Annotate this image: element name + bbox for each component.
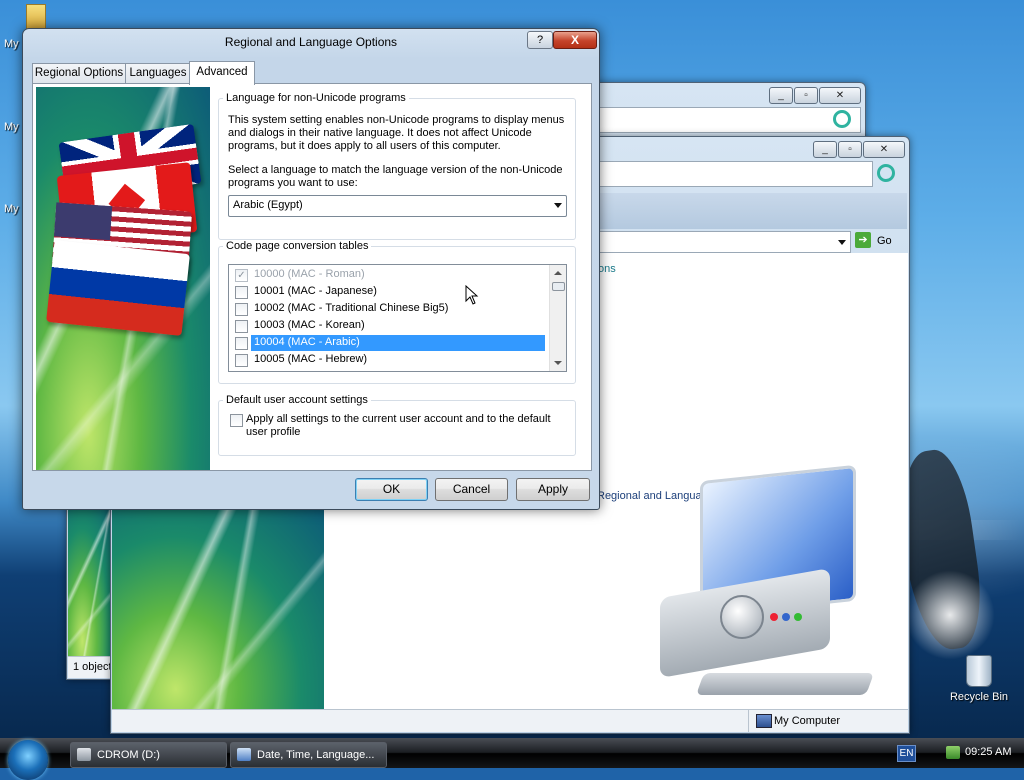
language-dropdown[interactable]: Arabic (Egypt) [228, 195, 567, 217]
taskbar-item-cdrom[interactable]: CDROM (D:) [70, 742, 227, 768]
apply-button[interactable]: Apply [516, 478, 590, 501]
list-item-label: 10005 (MAC - Hebrew) [254, 353, 368, 365]
recycle-bin-icon [966, 655, 992, 687]
desktop-icon-label[interactable]: My [4, 203, 19, 215]
advanced-tab-panel: Language for non-Unicode programs This s… [32, 83, 592, 471]
language-select-prompt: Select a language to match the language … [228, 164, 563, 189]
close-button[interactable]: ✕ [863, 141, 905, 158]
default-user-group-title: Default user account settings [223, 394, 371, 406]
toolbar-strip [599, 193, 907, 229]
go-button-label[interactable]: Go [877, 235, 892, 247]
tab-languages[interactable]: Languages [125, 63, 191, 83]
regional-language-dialog[interactable]: Regional and Language Options ? X Region… [22, 28, 600, 510]
address-bar[interactable] [597, 107, 861, 133]
list-item[interactable]: 10002 (MAC - Traditional Chinese Big5) [229, 300, 549, 317]
control-panel-illustration [660, 464, 880, 695]
maximize-button[interactable]: ▫ [838, 141, 862, 158]
list-item-label: 10001 (MAC - Japanese) [254, 285, 377, 297]
list-item-selected[interactable]: 10004 (MAC - Arabic) [229, 334, 549, 351]
checkbox[interactable] [235, 286, 248, 299]
list-item[interactable]: 10001 (MAC - Japanese) [229, 283, 549, 300]
russia-flag-icon [46, 240, 190, 336]
minimize-button[interactable]: _ [769, 87, 793, 104]
non-unicode-description: This system setting enables non-Unicode … [228, 114, 565, 152]
language-indicator[interactable]: EN [897, 745, 916, 762]
side-panel-art [68, 508, 116, 656]
recycle-bin-label: Recycle Bin [949, 691, 1009, 703]
maximize-button[interactable]: ▫ [794, 87, 818, 104]
apply-default-label[interactable]: Apply all settings to the current user a… [246, 413, 566, 439]
go-arrow-icon[interactable]: ➔ [855, 232, 871, 248]
mouse-pointer-icon [465, 285, 479, 305]
list-item-label: 10003 (MAC - Korean) [254, 319, 365, 331]
status-bar: 1 object [68, 656, 116, 678]
recycle-bin[interactable]: Recycle Bin [944, 655, 1014, 703]
category-link[interactable]: ons [598, 263, 616, 275]
list-item-label: 10002 (MAC - Traditional Chinese Big5) [254, 302, 449, 314]
refresh-icon[interactable] [833, 110, 851, 128]
apply-default-checkbox[interactable] [230, 414, 243, 427]
status-computer-label: My Computer [774, 715, 841, 727]
non-unicode-group-title: Language for non-Unicode programs [223, 92, 409, 104]
desktop-icon-label[interactable]: My [4, 121, 19, 133]
network-icon[interactable] [946, 746, 960, 759]
flags-illustration [36, 87, 210, 470]
code-page-list[interactable]: ✓ 10000 (MAC - Roman) 10001 (MAC - Japan… [228, 264, 567, 372]
list-item-label: 10004 (MAC - Arabic) [251, 335, 545, 351]
checkbox[interactable] [235, 320, 248, 333]
desktop-icon-label[interactable]: My [4, 38, 19, 50]
side-panel-art [112, 509, 324, 709]
minimize-button[interactable]: _ [813, 141, 837, 158]
status-bar: My Computer [112, 709, 908, 732]
tab-regional-options[interactable]: Regional Options [32, 63, 126, 83]
search-combo[interactable] [599, 231, 851, 253]
taskbar-item-label: Date, Time, Language... [257, 749, 375, 761]
code-page-group-title: Code page conversion tables [223, 240, 372, 252]
desktop-icon-folder[interactable] [26, 4, 46, 30]
help-icon[interactable]: ? [527, 31, 553, 49]
checkbox[interactable] [235, 337, 248, 350]
list-item[interactable]: 10003 (MAC - Korean) [229, 317, 549, 334]
list-item[interactable]: ✓ 10000 (MAC - Roman) [229, 266, 549, 283]
list-item-label: 10000 (MAC - Roman) [254, 268, 365, 280]
water-splash [905, 570, 995, 660]
chevron-down-icon [838, 240, 846, 245]
list-scrollbar[interactable] [549, 265, 566, 371]
tab-advanced[interactable]: Advanced [189, 61, 255, 85]
chevron-down-icon [554, 203, 562, 208]
checkbox[interactable] [235, 354, 248, 367]
checkbox[interactable] [235, 303, 248, 316]
clock[interactable]: 09:25 AM [965, 746, 1011, 758]
address-bar[interactable] [599, 161, 873, 187]
scroll-down-icon[interactable] [554, 361, 562, 365]
taskbar-item-label: CDROM (D:) [97, 749, 160, 761]
close-button[interactable]: ✕ [819, 87, 861, 104]
ok-button[interactable]: OK [355, 478, 428, 501]
scroll-up-icon[interactable] [554, 271, 562, 275]
scroll-thumb[interactable] [552, 282, 565, 291]
computer-icon [756, 714, 772, 728]
refresh-icon[interactable] [877, 164, 895, 182]
checkbox[interactable]: ✓ [235, 269, 248, 282]
close-icon[interactable]: X [553, 31, 597, 49]
taskbar-item-control-panel[interactable]: Date, Time, Language... [230, 742, 387, 768]
control-panel-icon [237, 748, 251, 761]
cancel-button[interactable]: Cancel [435, 478, 508, 501]
language-dropdown-value: Arabic (Egypt) [233, 199, 303, 211]
cdrom-icon [77, 748, 91, 761]
list-item[interactable]: 10005 (MAC - Hebrew) [229, 351, 549, 368]
dialog-title: Regional and Language Options [224, 35, 398, 49]
start-button[interactable] [8, 740, 48, 780]
status-text: 1 object [73, 661, 112, 673]
